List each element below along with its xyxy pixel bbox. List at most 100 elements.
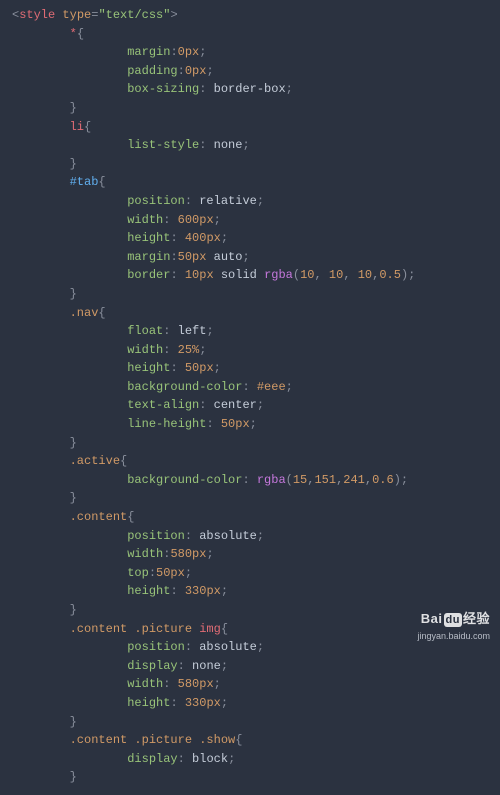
css-property: float bbox=[127, 324, 163, 338]
css-value: none bbox=[192, 659, 221, 673]
colon: : bbox=[170, 45, 177, 59]
css-property: display bbox=[127, 659, 177, 673]
indent bbox=[12, 677, 127, 691]
indent bbox=[12, 659, 127, 673]
brace-open: { bbox=[77, 27, 84, 41]
css-value: 580px bbox=[178, 677, 214, 691]
selector: #tab bbox=[70, 175, 99, 189]
css-value: , bbox=[365, 473, 372, 487]
css-value: 25% bbox=[178, 343, 200, 357]
css-value bbox=[257, 268, 264, 282]
css-value: 0.5 bbox=[379, 268, 401, 282]
colon: : bbox=[206, 417, 220, 431]
indent bbox=[12, 417, 127, 431]
colon: : bbox=[163, 213, 177, 227]
semicolon: ; bbox=[228, 752, 235, 766]
colon: : bbox=[199, 398, 213, 412]
css-value: ( bbox=[293, 268, 300, 282]
tag-name: style bbox=[19, 8, 55, 22]
colon: : bbox=[163, 343, 177, 357]
semicolon: ; bbox=[257, 529, 264, 543]
selector: * bbox=[70, 27, 77, 41]
semicolon: ; bbox=[257, 640, 264, 654]
indent bbox=[12, 287, 70, 301]
semicolon: ; bbox=[221, 231, 228, 245]
indent bbox=[12, 566, 127, 580]
colon: : bbox=[170, 231, 184, 245]
indent bbox=[12, 343, 127, 357]
colon: : bbox=[178, 752, 192, 766]
css-property: height bbox=[127, 584, 170, 598]
colon: : bbox=[170, 250, 177, 264]
brace-open: { bbox=[235, 733, 242, 747]
css-value: 50px bbox=[178, 250, 207, 264]
css-value: center bbox=[214, 398, 257, 412]
quote: " bbox=[98, 8, 105, 22]
css-property: margin bbox=[127, 250, 170, 264]
indent bbox=[12, 603, 70, 617]
css-property: margin bbox=[127, 45, 170, 59]
css-value: auto bbox=[214, 250, 243, 264]
css-property: border bbox=[127, 268, 170, 282]
css-property: width bbox=[127, 547, 163, 561]
brace-close: } bbox=[70, 491, 77, 505]
indent bbox=[12, 529, 127, 543]
css-value: 330px bbox=[185, 696, 221, 710]
css-property: width bbox=[127, 677, 163, 691]
brace-open: { bbox=[120, 454, 127, 468]
selector: .content bbox=[70, 510, 128, 524]
css-value: 10 bbox=[358, 268, 372, 282]
css-value: block bbox=[192, 752, 228, 766]
semicolon: ; bbox=[257, 194, 264, 208]
css-property: height bbox=[127, 696, 170, 710]
css-value: none bbox=[214, 138, 243, 152]
brace-open: { bbox=[127, 510, 134, 524]
semicolon: ; bbox=[408, 268, 415, 282]
indent bbox=[12, 436, 70, 450]
indent bbox=[12, 175, 70, 189]
brace-close: } bbox=[70, 715, 77, 729]
css-property: background-color bbox=[127, 473, 242, 487]
indent bbox=[12, 622, 70, 636]
css-value: 151 bbox=[314, 473, 336, 487]
colon: : bbox=[242, 473, 256, 487]
colon: : bbox=[242, 380, 256, 394]
indent bbox=[12, 584, 127, 598]
selector: .picture bbox=[134, 622, 192, 636]
css-value: left bbox=[178, 324, 207, 338]
css-value: 50px bbox=[185, 361, 214, 375]
attr-value: text/css bbox=[106, 8, 164, 22]
css-value: #eee bbox=[257, 380, 286, 394]
css-value: 600px bbox=[178, 213, 214, 227]
indent bbox=[12, 101, 70, 115]
indent bbox=[12, 770, 70, 784]
indent bbox=[12, 640, 127, 654]
semicolon: ; bbox=[214, 213, 221, 227]
css-property: text-align bbox=[127, 398, 199, 412]
css-value bbox=[206, 250, 213, 264]
css-property: box-sizing bbox=[127, 82, 199, 96]
colon: : bbox=[178, 659, 192, 673]
semicolon: ; bbox=[214, 361, 221, 375]
css-value: rgba bbox=[257, 473, 286, 487]
semicolon: ; bbox=[286, 82, 293, 96]
css-property: height bbox=[127, 231, 170, 245]
css-value: ) bbox=[394, 473, 401, 487]
indent bbox=[12, 380, 127, 394]
selector bbox=[192, 733, 199, 747]
css-value bbox=[214, 268, 221, 282]
css-value: absolute bbox=[199, 640, 257, 654]
semicolon: ; bbox=[250, 417, 257, 431]
brace-close: } bbox=[70, 287, 77, 301]
semicolon: ; bbox=[221, 696, 228, 710]
indent bbox=[12, 547, 127, 561]
indent bbox=[12, 213, 127, 227]
css-value: 50px bbox=[156, 566, 185, 580]
semicolon: ; bbox=[199, 343, 206, 357]
semicolon: ; bbox=[242, 138, 249, 152]
css-value: 10 bbox=[329, 268, 343, 282]
colon: : bbox=[185, 529, 199, 543]
angle-bracket: > bbox=[170, 8, 177, 22]
indent bbox=[12, 306, 70, 320]
colon: : bbox=[178, 64, 185, 78]
